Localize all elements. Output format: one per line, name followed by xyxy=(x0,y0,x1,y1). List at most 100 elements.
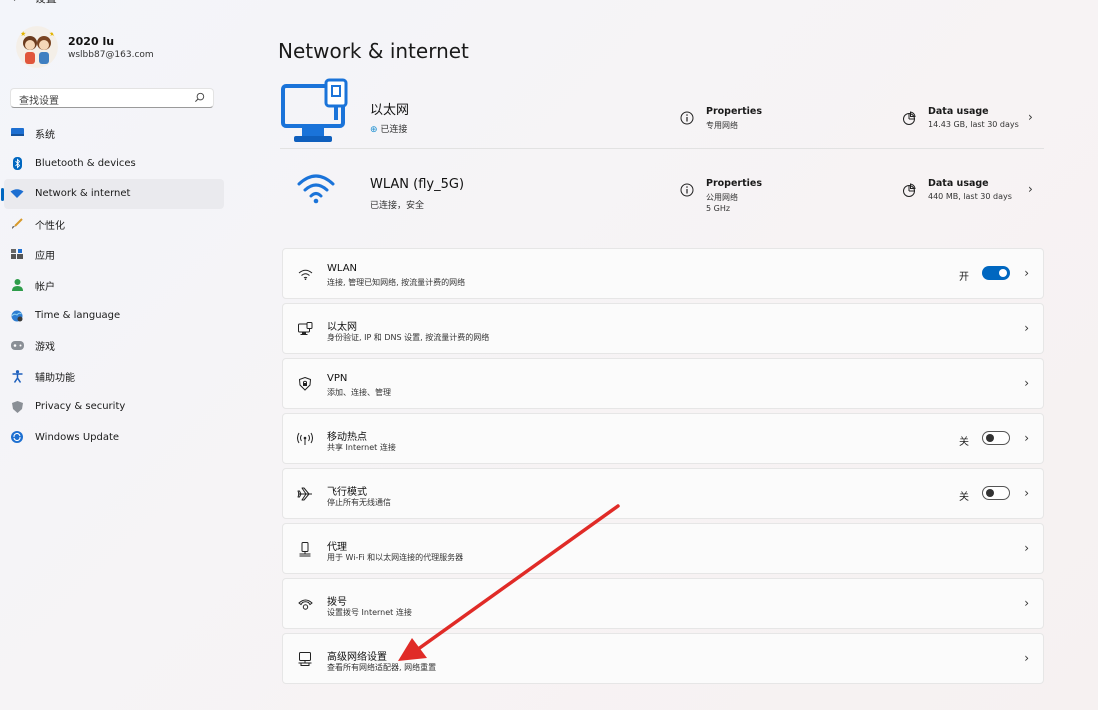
sidebar-item-accounts[interactable]: 帐户 xyxy=(0,270,224,300)
brush-icon xyxy=(10,217,24,231)
update-icon xyxy=(10,430,24,444)
connection-ethernet[interactable]: 以太网 ⊕ 已连接 Properties 专用网络 Data usage 14.… xyxy=(280,78,1044,149)
profile-email: wslbb87@163.com xyxy=(68,49,154,60)
properties-label: Properties xyxy=(706,106,762,117)
sidebar-nav: 系统 Bluetooth & devices Network & interne… xyxy=(0,118,224,452)
setting-dialup[interactable]: 拨号 设置拨号 Internet 连接 › xyxy=(282,578,1044,629)
search-input[interactable] xyxy=(11,93,189,107)
sidebar-item-network[interactable]: Network & internet xyxy=(1,178,224,210)
chevron-right-icon[interactable]: › xyxy=(1028,182,1033,196)
sidebar-item-windows-update[interactable]: Windows Update xyxy=(0,422,224,452)
advanced-network-icon xyxy=(297,651,313,667)
setting-wlan[interactable]: WLAN 连接, 管理已知网络, 按流量计费的网络 开 › xyxy=(282,248,1044,299)
setting-title: 代理 xyxy=(327,542,347,553)
gamepad-icon xyxy=(10,339,24,353)
setting-title: 以太网 xyxy=(327,322,357,333)
airplane-mode-toggle[interactable] xyxy=(982,486,1010,500)
setting-title: 高级网络设置 xyxy=(327,652,387,663)
network-diamond-icon xyxy=(10,187,24,201)
setting-subtitle: 用于 Wi-Fi 和以太网连接的代理服务器 xyxy=(327,553,464,562)
sidebar-item-gaming[interactable]: 游戏 xyxy=(0,331,224,361)
chevron-right-icon[interactable]: › xyxy=(1024,596,1029,610)
chevron-right-icon[interactable]: › xyxy=(1024,541,1029,555)
chevron-right-icon[interactable]: › xyxy=(1024,431,1029,445)
toggle-state-label: 开 xyxy=(959,272,969,283)
setting-proxy[interactable]: 代理 用于 Wi-Fi 和以太网连接的代理服务器 › xyxy=(282,523,1044,574)
search-box[interactable] xyxy=(10,88,214,108)
sidebar-item-label: Bluetooth & devices xyxy=(35,158,136,170)
vpn-shield-icon xyxy=(297,376,313,392)
toggle-state-label: 关 xyxy=(959,437,969,448)
data-usage-value: 14.43 GB, last 30 days xyxy=(928,120,1019,129)
setting-advanced-network[interactable]: 高级网络设置 查看所有网络适配器, 网络重置 › xyxy=(282,633,1044,684)
bluetooth-icon xyxy=(10,157,24,171)
sidebar-item-system[interactable]: 系统 xyxy=(0,118,224,148)
sidebar-item-apps[interactable]: 应用 xyxy=(0,240,224,270)
sidebar-item-label: Time & language xyxy=(35,310,121,322)
network-profile-type: 专用网络 xyxy=(706,121,738,130)
data-usage-label: Data usage xyxy=(928,106,989,117)
sidebar-item-label: Windows Update xyxy=(35,431,120,443)
shield-icon xyxy=(10,400,24,414)
user-profile[interactable]: ★ ★ 2020 lu wslbb87@163.com xyxy=(16,26,154,68)
setting-vpn[interactable]: VPN 添加、连接、管理 › xyxy=(282,358,1044,409)
svg-text:★: ★ xyxy=(20,30,26,38)
connection-name: 以太网 xyxy=(370,103,410,118)
chevron-right-icon[interactable]: › xyxy=(1024,321,1029,335)
data-usage-value: 440 MB, last 30 days xyxy=(928,192,1012,201)
data-usage-label: Data usage xyxy=(928,178,989,189)
hotspot-icon xyxy=(297,431,313,447)
avatar: ★ ★ xyxy=(16,26,58,68)
sidebar-item-label: 帐户 xyxy=(35,281,55,293)
window-titlebar: ← 设置 xyxy=(0,0,57,8)
wifi-large-icon xyxy=(296,172,336,204)
sidebar-item-label: 应用 xyxy=(35,251,55,263)
setting-ethernet[interactable]: 以太网 身份验证, IP 和 DNS 设置, 按流量计费的网络 › xyxy=(282,303,1044,354)
chevron-right-icon[interactable]: › xyxy=(1028,110,1033,124)
airplane-icon xyxy=(297,486,313,502)
sidebar-item-privacy[interactable]: Privacy & security xyxy=(0,392,224,422)
chevron-right-icon[interactable]: › xyxy=(1024,266,1029,280)
ethernet-monitor-icon xyxy=(280,78,352,150)
connection-wlan[interactable]: WLAN (fly_5G) 已连接，安全 Properties 公用网络 5 G… xyxy=(280,158,1044,228)
toggle-state-label: 关 xyxy=(959,492,969,503)
hotspot-toggle[interactable] xyxy=(982,431,1010,445)
setting-subtitle: 共享 Internet 连接 xyxy=(327,443,396,452)
chevron-right-icon[interactable]: › xyxy=(1024,651,1029,665)
properties-label: Properties xyxy=(706,178,762,189)
search-icon[interactable] xyxy=(194,92,205,103)
info-icon xyxy=(680,183,694,197)
sidebar-item-label: 系统 xyxy=(35,129,55,141)
sidebar-item-label: 辅助功能 xyxy=(35,372,75,384)
network-band: 5 GHz xyxy=(706,204,731,213)
apps-icon xyxy=(10,248,24,262)
person-icon xyxy=(10,278,24,292)
info-icon xyxy=(680,111,694,125)
monitor-icon xyxy=(10,126,24,140)
sidebar-item-label: 个性化 xyxy=(35,220,65,232)
setting-subtitle: 设置拨号 Internet 连接 xyxy=(327,608,412,617)
setting-title: WLAN xyxy=(327,263,358,274)
network-profile-type: 公用网络 xyxy=(706,193,738,202)
back-arrow-icon[interactable]: ← xyxy=(12,0,21,5)
sidebar-item-time-language[interactable]: Time & language xyxy=(0,300,224,330)
dialup-icon xyxy=(297,596,313,612)
setting-airplane-mode[interactable]: 飞行模式 停止所有无线通信 关 › xyxy=(282,468,1044,519)
globe-clock-icon xyxy=(10,309,24,323)
sidebar-item-label: Privacy & security xyxy=(35,401,126,413)
page-title: Network & internet xyxy=(278,39,469,63)
sidebar-item-accessibility[interactable]: 辅助功能 xyxy=(0,361,224,391)
wlan-toggle[interactable] xyxy=(982,266,1010,280)
setting-subtitle: 添加、连接、管理 xyxy=(327,388,391,397)
sidebar-item-personalization[interactable]: 个性化 xyxy=(0,209,224,239)
chevron-right-icon[interactable]: › xyxy=(1024,486,1029,500)
chevron-right-icon[interactable]: › xyxy=(1024,376,1029,390)
setting-subtitle: 连接, 管理已知网络, 按流量计费的网络 xyxy=(327,278,466,287)
setting-subtitle: 身份验证, IP 和 DNS 设置, 按流量计费的网络 xyxy=(327,333,490,342)
connected-globe-icon: ⊕ xyxy=(370,125,378,135)
setting-title: 飞行模式 xyxy=(327,487,367,498)
sidebar-item-label: Network & internet xyxy=(35,188,131,200)
setting-mobile-hotspot[interactable]: 移动热点 共享 Internet 连接 关 › xyxy=(282,413,1044,464)
sidebar-item-bluetooth[interactable]: Bluetooth & devices xyxy=(0,148,224,178)
setting-title: 移动热点 xyxy=(327,432,367,443)
